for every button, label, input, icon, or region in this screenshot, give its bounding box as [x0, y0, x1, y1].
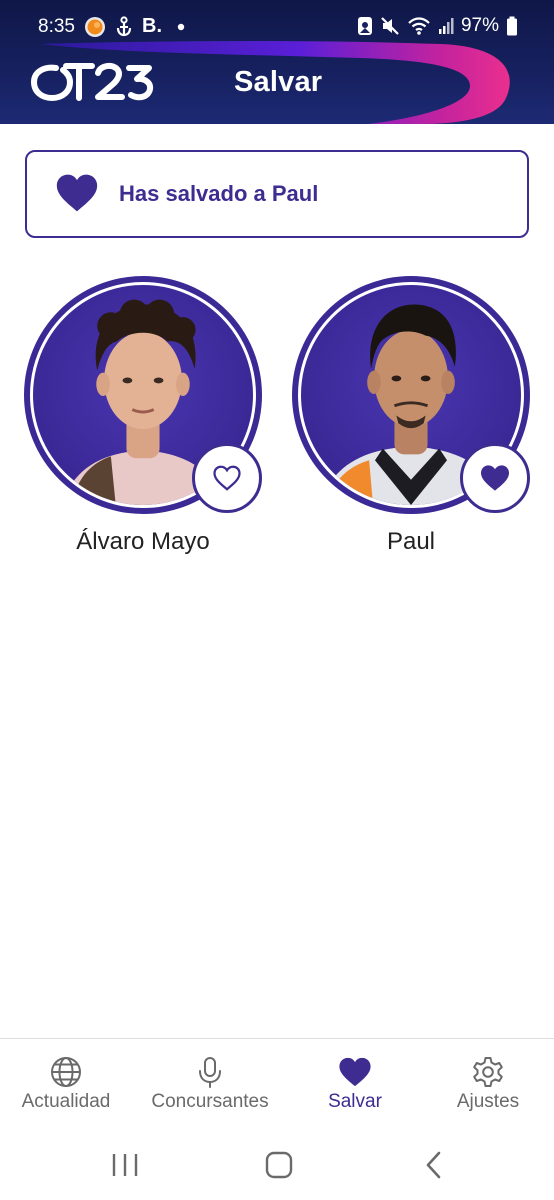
- page-title: Salvar: [234, 66, 323, 98]
- nav-label: Concursantes: [151, 1091, 269, 1112]
- bottom-navigation: Actualidad Concursantes Salvar Ajustes: [0, 1038, 554, 1128]
- save-contestant-button[interactable]: [192, 443, 262, 513]
- contestant-name: Álvaro Mayo: [76, 528, 210, 555]
- nav-item-actualidad[interactable]: Actualidad: [6, 1039, 126, 1129]
- ot23-logo: [31, 62, 154, 101]
- nav-label: Ajustes: [456, 1091, 520, 1112]
- battery-icon: [507, 16, 517, 36]
- system-navigation-bar: [0, 1128, 554, 1200]
- gear-icon: [473, 1057, 503, 1087]
- bold-b-icon: B.: [142, 15, 162, 37]
- nav-label: Salvar: [328, 1091, 382, 1112]
- nav-item-ajustes[interactable]: Ajustes: [428, 1039, 548, 1129]
- save-contestant-button[interactable]: [460, 443, 530, 513]
- nav-label: Actualidad: [21, 1091, 111, 1112]
- heart-icon: [56, 174, 98, 212]
- recents-icon[interactable]: [110, 1150, 140, 1180]
- contestant-card-paul[interactable]: Paul: [292, 276, 532, 576]
- banner-message: Has salvado a Paul: [119, 181, 319, 206]
- microphone-icon: [199, 1057, 221, 1088]
- back-icon[interactable]: [422, 1150, 446, 1180]
- status-right-icons: 97%: [357, 15, 518, 37]
- status-time: 8:35: [38, 16, 75, 37]
- globe-icon: [51, 1057, 81, 1087]
- nav-item-concursantes[interactable]: Concursantes: [140, 1039, 280, 1129]
- saved-confirmation-banner: Has salvado a Paul: [25, 150, 529, 238]
- app-header: 8:35 B. 97% Salvar: [0, 0, 554, 124]
- battery-percent: 97%: [460, 15, 499, 36]
- dot-icon: [177, 23, 185, 30]
- anchor-icon: [116, 15, 132, 36]
- heart-filled-icon: [481, 465, 509, 491]
- contestant-name: Paul: [386, 528, 436, 555]
- home-icon[interactable]: [264, 1150, 294, 1180]
- signal-icon: [438, 18, 454, 34]
- mute-icon: [381, 17, 399, 35]
- status-left-icons: B.: [84, 15, 186, 38]
- wifi-icon: [408, 17, 430, 35]
- app-notification-icon: [85, 16, 105, 37]
- contestant-card-alvaro[interactable]: Álvaro Mayo: [24, 276, 264, 576]
- nav-item-salvar[interactable]: Salvar: [305, 1039, 405, 1129]
- status-bar: 8:35 B. 97%: [0, 0, 554, 56]
- photo-icon: [357, 17, 372, 35]
- heart-outline-icon: [213, 465, 241, 491]
- heart-icon: [339, 1057, 371, 1087]
